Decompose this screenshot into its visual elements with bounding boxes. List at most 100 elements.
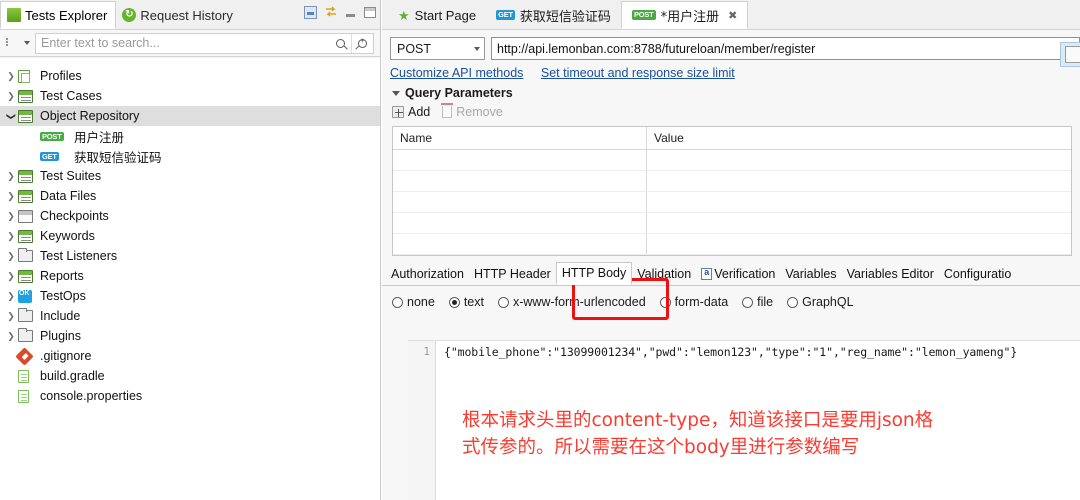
tab-start-page[interactable]: ★ Start Page — [388, 1, 486, 29]
search-button[interactable] — [329, 34, 351, 53]
link-with-editor-icon[interactable] — [324, 6, 338, 19]
tree-item-test-suites[interactable]: ❯ Test Suites — [0, 166, 380, 186]
tree-item-console-properties[interactable]: console.properties — [0, 386, 380, 406]
remove-parameter-button[interactable]: Remove — [442, 105, 503, 119]
minimize-icon[interactable] — [345, 8, 357, 18]
collapse-all-icon[interactable] — [304, 6, 317, 19]
table-row[interactable] — [393, 150, 1071, 171]
tab-label: Variables Editor — [847, 267, 934, 281]
tree-item-test-cases[interactable]: ❯Test Cases — [0, 86, 380, 106]
radio-text[interactable]: text — [449, 295, 484, 309]
tree-item-[interactable]: POST用户注册 — [0, 126, 380, 146]
test-cases-icon — [18, 89, 34, 103]
table-row[interactable] — [393, 213, 1071, 234]
add-parameter-button[interactable]: Add — [392, 105, 430, 119]
tab-label: HTTP Body — [562, 266, 626, 280]
radio-icon[interactable] — [787, 297, 798, 308]
tree-item-plugins[interactable]: ❯Plugins — [0, 326, 380, 346]
advanced-search-button[interactable] — [351, 34, 373, 53]
tree-item-test-listeners[interactable]: ❯Test Listeners — [0, 246, 380, 266]
tree-item-[interactable]: GET获取短信验证码 — [0, 146, 380, 166]
tab-configuratio[interactable]: Configuratio — [939, 264, 1016, 285]
tab-tests-explorer[interactable]: Tests Explorer — [0, 1, 116, 29]
test-cases-icon — [18, 90, 33, 103]
chevron-right-icon[interactable]: ❯ — [4, 211, 18, 222]
maximize-icon[interactable] — [364, 7, 376, 18]
close-icon[interactable]: ✖ — [728, 9, 737, 22]
chevron-right-icon[interactable]: ❯ — [4, 191, 18, 202]
tab-verification[interactable]: Verification — [696, 264, 780, 285]
table-row[interactable] — [393, 171, 1071, 192]
chevron-right-icon[interactable]: ❯ — [4, 291, 18, 302]
radio-form-data[interactable]: form-data — [660, 295, 729, 309]
table-row[interactable] — [393, 234, 1071, 255]
customize-api-methods-link[interactable]: Customize API methods — [390, 66, 523, 80]
tab-variables[interactable]: Variables — [780, 264, 841, 285]
search-input[interactable]: Enter text to search... — [35, 33, 329, 54]
radio-x-www-form-urlencoded[interactable]: x-www-form-urlencoded — [498, 295, 646, 309]
send-request-button[interactable] — [1060, 42, 1080, 67]
editor-tabbar: ★ Start Page GET 获取短信验证码 POST *用户注册 ✖ — [382, 0, 1080, 30]
trash-icon — [442, 106, 452, 118]
tree-item-profiles[interactable]: ❯Profiles — [0, 66, 380, 86]
query-parameters-header[interactable]: Query Parameters — [382, 83, 1080, 100]
tree-item-data-files[interactable]: ❯Data Files — [0, 186, 380, 206]
radio-none[interactable]: none — [392, 295, 435, 309]
chevron-right-icon[interactable]: ❯ — [4, 331, 18, 342]
post-badge: POST — [40, 129, 68, 143]
radio-icon[interactable] — [660, 297, 671, 308]
column-header-name[interactable]: Name — [393, 127, 647, 149]
project-tree: ❯Profiles❯Test Cases❯Object RepositoryPO… — [0, 58, 380, 500]
tree-item-keywords[interactable]: ❯Keywords — [0, 226, 380, 246]
http-method-select[interactable]: POST — [390, 37, 485, 60]
tab-label: Variables — [785, 267, 836, 281]
column-header-value[interactable]: Value — [647, 127, 1071, 149]
tab-http-body[interactable]: HTTP Body — [556, 262, 632, 285]
tab-user-register-label: *用户注册 — [661, 6, 720, 25]
tab-request-history-label: Request History — [140, 8, 232, 23]
plugins-folder-icon — [18, 329, 34, 343]
radio-icon[interactable] — [498, 297, 509, 308]
radio-icon[interactable] — [742, 297, 753, 308]
chevron-right-icon[interactable]: ❯ — [4, 271, 18, 282]
plus-icon — [392, 106, 404, 118]
annotation-text: 根本请求头里的content-type，知道该接口是要用json格 式传参的。所… — [462, 408, 1062, 462]
tree-item-gitignore[interactable]: .gitignore — [0, 346, 380, 366]
tree-item-testops[interactable]: ❯TestOps — [0, 286, 380, 306]
tree-item-label: Test Suites — [39, 169, 101, 183]
request-url-input[interactable]: http://api.lemonban.com:8788/futureloan/… — [491, 37, 1080, 60]
tab-variables-editor[interactable]: Variables Editor — [842, 264, 939, 285]
tree-item-build-gradle[interactable]: build.gradle — [0, 366, 380, 386]
chevron-right-icon[interactable]: ❯ — [4, 71, 18, 82]
tree-item-object-repository[interactable]: ❯Object Repository — [0, 106, 380, 126]
tab-http-header[interactable]: HTTP Header — [469, 264, 556, 285]
tab-get-sms-code[interactable]: GET 获取短信验证码 — [486, 1, 621, 29]
radio-label: GraphQL — [802, 295, 853, 309]
profiles-icon — [18, 70, 30, 83]
tree-item-include[interactable]: ❯Include — [0, 306, 380, 326]
chevron-right-icon[interactable]: ❯ — [4, 251, 18, 262]
filter-options-button[interactable] — [2, 33, 22, 54]
post-badge: POST — [40, 132, 64, 142]
tab-authorization[interactable]: Authorization — [386, 264, 469, 285]
tab-request-history[interactable]: ↻ Request History — [116, 1, 240, 29]
chevron-down-icon[interactable]: ❯ — [6, 109, 17, 123]
tree-item-checkpoints[interactable]: ❯Checkpoints — [0, 206, 380, 226]
radio-icon[interactable] — [392, 297, 403, 308]
object-repository-icon — [18, 109, 34, 123]
chevron-right-icon[interactable]: ❯ — [4, 91, 18, 102]
tab-validation[interactable]: Validation — [632, 264, 696, 285]
chevron-right-icon[interactable]: ❯ — [4, 231, 18, 242]
chevron-down-icon[interactable] — [24, 41, 30, 45]
chevron-right-icon[interactable]: ❯ — [4, 171, 18, 182]
chevron-right-icon[interactable]: ❯ — [4, 311, 18, 322]
tab-user-register[interactable]: POST *用户注册 ✖ — [621, 1, 748, 29]
http-body-content[interactable]: {"mobile_phone":"13099001234","pwd":"lem… — [444, 345, 1076, 359]
radio-file[interactable]: file — [742, 295, 773, 309]
set-timeout-link[interactable]: Set timeout and response size limit — [541, 66, 735, 80]
keywords-icon — [18, 230, 33, 243]
radio-graphql[interactable]: GraphQL — [787, 295, 853, 309]
radio-icon[interactable] — [449, 297, 460, 308]
table-row[interactable] — [393, 192, 1071, 213]
tree-item-reports[interactable]: ❯Reports — [0, 266, 380, 286]
